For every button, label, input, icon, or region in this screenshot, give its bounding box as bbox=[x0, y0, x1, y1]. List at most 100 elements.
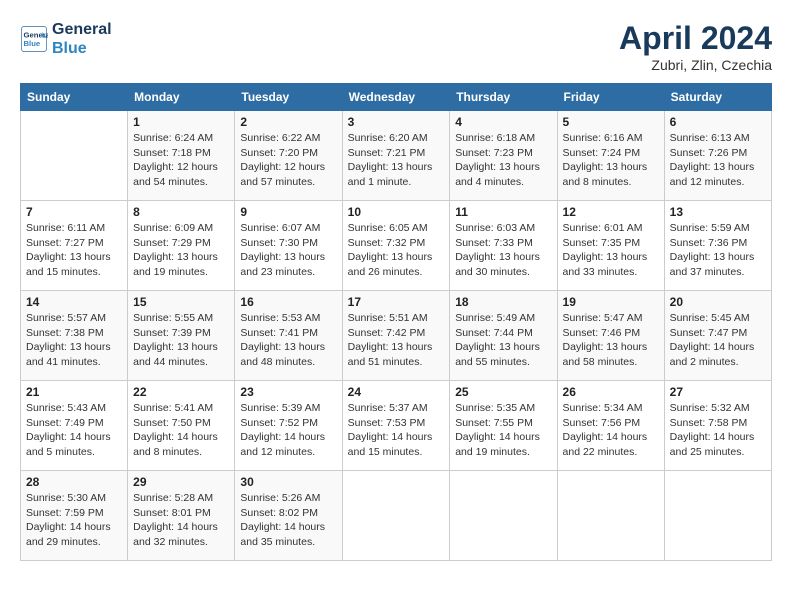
day-number: 30 bbox=[240, 475, 336, 489]
logo: General Blue General Blue bbox=[20, 20, 112, 58]
weekday-header-friday: Friday bbox=[557, 84, 664, 111]
calendar-cell: 11 Sunrise: 6:03 AM Sunset: 7:33 PM Dayli… bbox=[450, 201, 557, 291]
logo-icon: General Blue bbox=[20, 25, 48, 53]
calendar-cell: 21 Sunrise: 5:43 AM Sunset: 7:49 PM Dayli… bbox=[21, 381, 128, 471]
day-number: 11 bbox=[455, 205, 551, 219]
day-info: Sunrise: 6:03 AM Sunset: 7:33 PM Dayligh… bbox=[455, 221, 551, 280]
day-number: 1 bbox=[133, 115, 229, 129]
day-number: 17 bbox=[348, 295, 445, 309]
day-info: Sunrise: 6:16 AM Sunset: 7:24 PM Dayligh… bbox=[563, 131, 659, 190]
day-number: 19 bbox=[563, 295, 659, 309]
day-number: 23 bbox=[240, 385, 336, 399]
day-number: 27 bbox=[670, 385, 766, 399]
month-title: April 2024 bbox=[619, 20, 772, 57]
calendar-cell bbox=[21, 111, 128, 201]
calendar-cell: 20Sunrise: 5:45 AM Sunset: 7:47 PM Dayli… bbox=[664, 291, 771, 381]
calendar-cell: 4Sunrise: 6:18 AM Sunset: 7:23 PM Daylig… bbox=[450, 111, 557, 201]
day-number: 16 bbox=[240, 295, 336, 309]
day-number: 26 bbox=[563, 385, 659, 399]
day-number: 2 bbox=[240, 115, 336, 129]
logo-line1: General bbox=[52, 20, 112, 39]
day-info: Sunrise: 5:51 AM Sunset: 7:42 PM Dayligh… bbox=[348, 311, 445, 370]
logo-line2: Blue bbox=[52, 39, 112, 58]
day-info: Sunrise: 6:11 AM Sunset: 7:27 PM Dayligh… bbox=[26, 221, 122, 280]
day-info: Sunrise: 5:28 AM Sunset: 8:01 PM Dayligh… bbox=[133, 491, 229, 550]
day-number: 28 bbox=[26, 475, 122, 489]
day-info: Sunrise: 5:35 AM Sunset: 7:55 PM Dayligh… bbox=[455, 401, 551, 460]
week-row-4: 21 Sunrise: 5:43 AM Sunset: 7:49 PM Dayli… bbox=[21, 381, 772, 471]
calendar-cell: 12 Sunrise: 6:01 AM Sunset: 7:35 PM Dayli… bbox=[557, 201, 664, 291]
calendar-cell: 14 Sunrise: 5:57 AM Sunset: 7:38 PM Dayli… bbox=[21, 291, 128, 381]
calendar-cell: 13 Sunrise: 5:59 AM Sunset: 7:36 PM Dayli… bbox=[664, 201, 771, 291]
calendar-header: SundayMondayTuesdayWednesdayThursdayFrid… bbox=[21, 84, 772, 111]
calendar-cell: 27 Sunrise: 5:32 AM Sunset: 7:58 PM Dayli… bbox=[664, 381, 771, 471]
weekday-header-sunday: Sunday bbox=[21, 84, 128, 111]
day-info: Sunrise: 6:13 AM Sunset: 7:26 PM Dayligh… bbox=[670, 131, 766, 190]
day-info: Sunrise: 5:43 AM Sunset: 7:49 PM Dayligh… bbox=[26, 401, 122, 460]
weekday-row: SundayMondayTuesdayWednesdayThursdayFrid… bbox=[21, 84, 772, 111]
day-number: 21 bbox=[26, 385, 122, 399]
day-info: Sunrise: 6:18 AM Sunset: 7:23 PM Dayligh… bbox=[455, 131, 551, 190]
day-info: Sunrise: 5:57 AM Sunset: 7:38 PM Dayligh… bbox=[26, 311, 122, 370]
calendar-cell: 25Sunrise: 5:35 AM Sunset: 7:55 PM Dayli… bbox=[450, 381, 557, 471]
day-info: Sunrise: 5:41 AM Sunset: 7:50 PM Dayligh… bbox=[133, 401, 229, 460]
calendar-cell: 24 Sunrise: 5:37 AM Sunset: 7:53 PM Dayli… bbox=[342, 381, 450, 471]
day-number: 15 bbox=[133, 295, 229, 309]
day-number: 10 bbox=[348, 205, 445, 219]
day-info: Sunrise: 6:01 AM Sunset: 7:35 PM Dayligh… bbox=[563, 221, 659, 280]
day-number: 13 bbox=[670, 205, 766, 219]
page-header: General Blue General Blue April 2024 Zub… bbox=[20, 20, 772, 73]
day-number: 24 bbox=[348, 385, 445, 399]
calendar-cell: 29 Sunrise: 5:28 AM Sunset: 8:01 PM Dayli… bbox=[128, 471, 235, 561]
calendar-cell: 6 Sunrise: 6:13 AM Sunset: 7:26 PM Daylig… bbox=[664, 111, 771, 201]
day-number: 18 bbox=[455, 295, 551, 309]
day-number: 14 bbox=[26, 295, 122, 309]
day-info: Sunrise: 6:24 AM Sunset: 7:18 PM Dayligh… bbox=[133, 131, 229, 190]
calendar-cell: 26 Sunrise: 5:34 AM Sunset: 7:56 PM Dayli… bbox=[557, 381, 664, 471]
calendar-cell: 17 Sunrise: 5:51 AM Sunset: 7:42 PM Dayli… bbox=[342, 291, 450, 381]
location: Zubri, Zlin, Czechia bbox=[619, 57, 772, 73]
calendar-cell: 2 Sunrise: 6:22 AM Sunset: 7:20 PM Daylig… bbox=[235, 111, 342, 201]
calendar-cell bbox=[450, 471, 557, 561]
day-number: 22 bbox=[133, 385, 229, 399]
day-number: 5 bbox=[563, 115, 659, 129]
day-info: Sunrise: 5:45 AM Sunset: 7:47 PM Dayligh… bbox=[670, 311, 766, 370]
day-info: Sunrise: 6:22 AM Sunset: 7:20 PM Dayligh… bbox=[240, 131, 336, 190]
day-number: 7 bbox=[26, 205, 122, 219]
day-number: 29 bbox=[133, 475, 229, 489]
calendar-cell bbox=[342, 471, 450, 561]
calendar-cell: 10 Sunrise: 6:05 AM Sunset: 7:32 PM Dayli… bbox=[342, 201, 450, 291]
weekday-header-tuesday: Tuesday bbox=[235, 84, 342, 111]
weekday-header-wednesday: Wednesday bbox=[342, 84, 450, 111]
day-info: Sunrise: 5:55 AM Sunset: 7:39 PM Dayligh… bbox=[133, 311, 229, 370]
day-info: Sunrise: 5:59 AM Sunset: 7:36 PM Dayligh… bbox=[670, 221, 766, 280]
day-info: Sunrise: 5:49 AM Sunset: 7:44 PM Dayligh… bbox=[455, 311, 551, 370]
calendar-cell: 9Sunrise: 6:07 AM Sunset: 7:30 PM Daylig… bbox=[235, 201, 342, 291]
day-number: 12 bbox=[563, 205, 659, 219]
calendar-cell: 1 Sunrise: 6:24 AM Sunset: 7:18 PM Daylig… bbox=[128, 111, 235, 201]
day-info: Sunrise: 6:05 AM Sunset: 7:32 PM Dayligh… bbox=[348, 221, 445, 280]
calendar-cell: 7 Sunrise: 6:11 AM Sunset: 7:27 PM Daylig… bbox=[21, 201, 128, 291]
day-number: 9 bbox=[240, 205, 336, 219]
day-info: Sunrise: 6:09 AM Sunset: 7:29 PM Dayligh… bbox=[133, 221, 229, 280]
svg-text:Blue: Blue bbox=[24, 39, 41, 48]
day-info: Sunrise: 5:30 AM Sunset: 7:59 PM Dayligh… bbox=[26, 491, 122, 550]
calendar-cell: 23Sunrise: 5:39 AM Sunset: 7:52 PM Dayli… bbox=[235, 381, 342, 471]
calendar-table: SundayMondayTuesdayWednesdayThursdayFrid… bbox=[20, 83, 772, 561]
day-info: Sunrise: 5:34 AM Sunset: 7:56 PM Dayligh… bbox=[563, 401, 659, 460]
calendar-cell bbox=[557, 471, 664, 561]
day-info: Sunrise: 6:20 AM Sunset: 7:21 PM Dayligh… bbox=[348, 131, 445, 190]
calendar-cell: 16 Sunrise: 5:53 AM Sunset: 7:41 PM Dayli… bbox=[235, 291, 342, 381]
week-row-3: 14 Sunrise: 5:57 AM Sunset: 7:38 PM Dayli… bbox=[21, 291, 772, 381]
week-row-5: 28 Sunrise: 5:30 AM Sunset: 7:59 PM Dayli… bbox=[21, 471, 772, 561]
day-number: 6 bbox=[670, 115, 766, 129]
weekday-header-monday: Monday bbox=[128, 84, 235, 111]
day-info: Sunrise: 5:53 AM Sunset: 7:41 PM Dayligh… bbox=[240, 311, 336, 370]
day-number: 8 bbox=[133, 205, 229, 219]
week-row-1: 1 Sunrise: 6:24 AM Sunset: 7:18 PM Daylig… bbox=[21, 111, 772, 201]
calendar-cell: 3Sunrise: 6:20 AM Sunset: 7:21 PM Daylig… bbox=[342, 111, 450, 201]
week-row-2: 7 Sunrise: 6:11 AM Sunset: 7:27 PM Daylig… bbox=[21, 201, 772, 291]
day-info: Sunrise: 5:32 AM Sunset: 7:58 PM Dayligh… bbox=[670, 401, 766, 460]
title-block: April 2024 Zubri, Zlin, Czechia bbox=[619, 20, 772, 73]
day-info: Sunrise: 5:37 AM Sunset: 7:53 PM Dayligh… bbox=[348, 401, 445, 460]
